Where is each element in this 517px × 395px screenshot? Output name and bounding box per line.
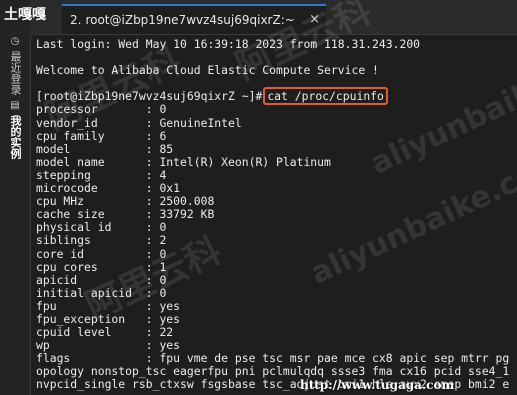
terminal-line: model name : Intel(R) Xeon(R) Platinum — [36, 154, 331, 169]
terminal-line: processor : 0 — [36, 102, 167, 117]
sidebar-item-label: 我的实例 — [9, 115, 22, 159]
terminal-line: Welcome to Alibaba Cloud Elastic Compute… — [36, 63, 379, 78]
shell-prompt: [root@iZbp19ne7wvz4suj69qixrZ ~]# — [36, 89, 263, 104]
sidebar-item-recent-login[interactable]: ◷ 最近登录 — [4, 36, 26, 95]
terminal-line: core id : 0 — [36, 246, 167, 261]
sidebar-item-label: 最近登录 — [9, 51, 22, 95]
clock-icon: ◷ — [9, 36, 21, 47]
terminal-line: initial apicid : 0 — [36, 285, 167, 300]
terminal-line: vendor_id : GenuineIntel — [36, 115, 242, 130]
server-icon: ▤ — [9, 100, 21, 111]
terminal-line: model : 85 — [36, 141, 174, 156]
terminal-line: fpu : yes — [36, 298, 181, 313]
close-icon[interactable]: × — [309, 12, 320, 27]
sidebar-item-my-instances[interactable]: ▤ 我的实例 — [4, 100, 26, 159]
tab-bar: 2. root@iZbp19ne7wvz4suj69qixrZ:~ × — [30, 0, 517, 35]
terminal-line: Last login: Wed May 10 16:39:18 2023 fro… — [36, 38, 421, 51]
left-sidebar: ◷ 最近登录 ▤ 我的实例 — [0, 0, 31, 395]
tab-terminal-session[interactable]: 2. root@iZbp19ne7wvz4suj69qixrZ:~ × — [62, 4, 326, 34]
watermark-url: http://www.tugaga.com — [300, 378, 455, 392]
terminal-line: apicid : 0 — [36, 272, 167, 287]
tab-number: 2. — [70, 13, 82, 27]
terminal-line: siblings : 2 — [36, 233, 167, 248]
terminal-output[interactable]: Last login: Wed May 10 16:39:18 2023 fro… — [36, 38, 517, 395]
site-logo: 土嘎嘎 — [4, 7, 46, 23]
highlighted-command: cat /proc/cpuinfo — [263, 87, 388, 106]
terminal-line: cpu cores : 1 — [36, 259, 167, 274]
terminal-line: cpu family : 6 — [36, 128, 167, 143]
tab-title: root@iZbp19ne7wvz4suj69qixrZ:~ — [85, 13, 295, 27]
